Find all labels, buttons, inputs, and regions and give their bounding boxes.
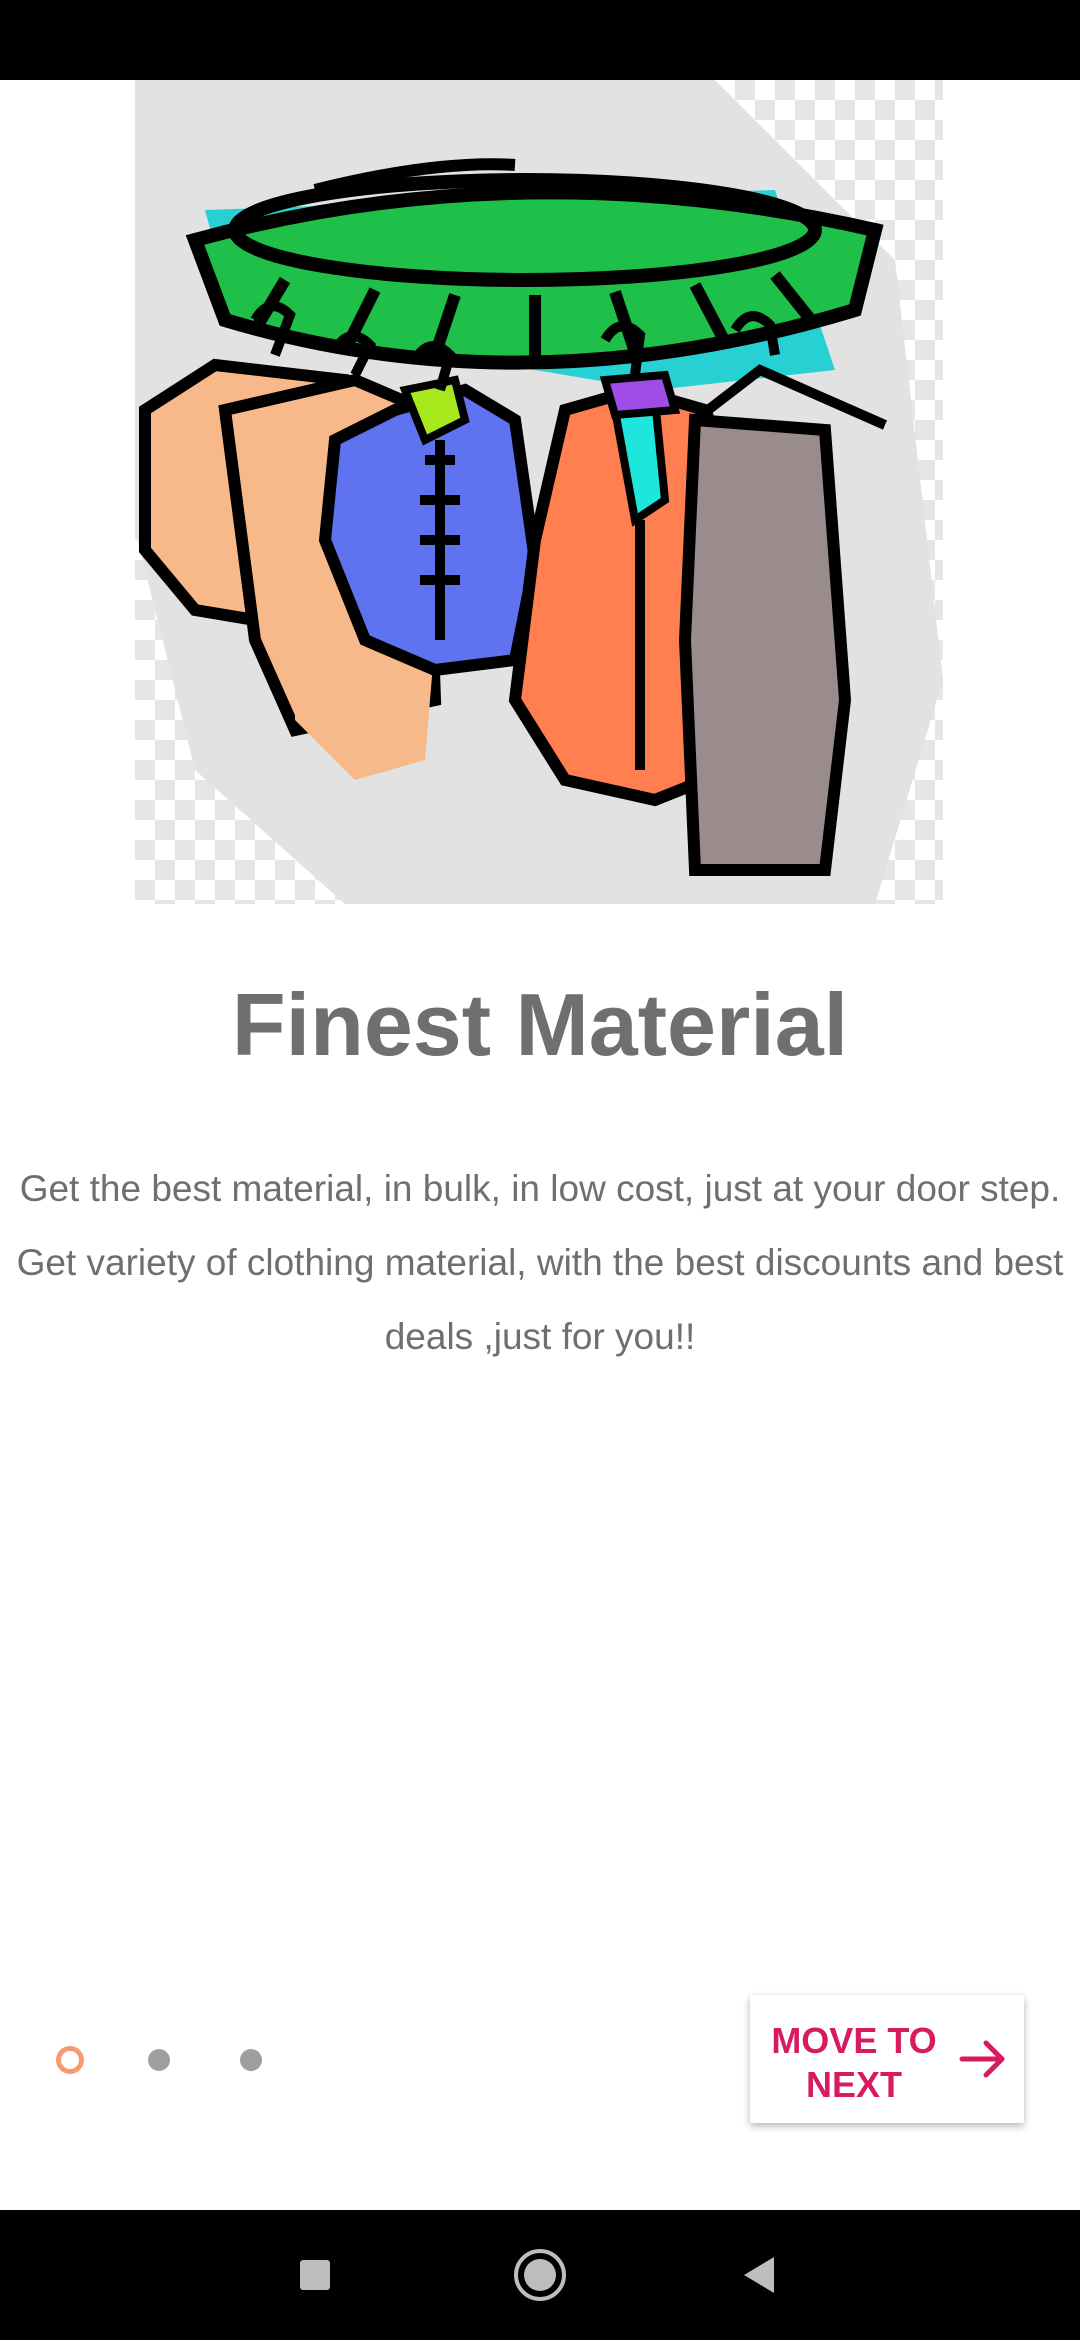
onboarding-description: Get the best material, in bulk, in low c… [16,1168,1064,1357]
square-recents-icon[interactable] [280,2240,350,2310]
clothes-rack-illustration [135,80,943,904]
onboarding-title: Finest Material [231,975,849,1074]
page-indicator-dot-active[interactable] [56,2046,84,2074]
status-bar [0,0,1080,80]
arrow-right-icon [959,2040,1005,2078]
system-navigation-bar [0,2210,1080,2340]
page-indicator [56,2040,332,2080]
triangle-back-icon[interactable] [725,2240,795,2310]
move-to-next-label: MOVE TO NEXT [771,2020,937,2105]
move-to-next-button[interactable]: MOVE TO NEXT [750,1995,1024,2123]
page-indicator-dot[interactable] [148,2049,170,2071]
circle-home-icon[interactable] [505,2240,575,2310]
page-indicator-dot[interactable] [240,2049,262,2071]
